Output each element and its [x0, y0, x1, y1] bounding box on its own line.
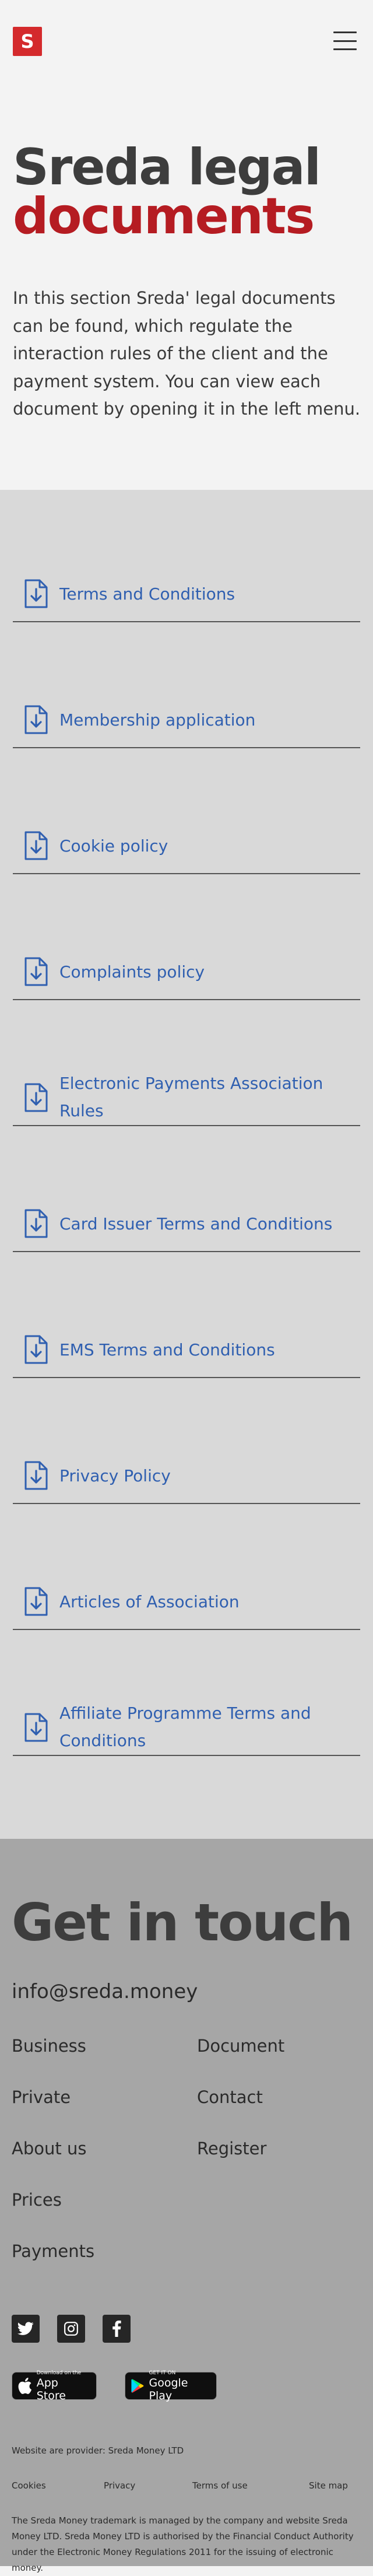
footer-link-register[interactable]: Register	[197, 2139, 266, 2158]
google-play-icon	[131, 2379, 144, 2393]
document-label: Membership application	[59, 710, 256, 730]
footer-link-prices[interactable]: Prices	[12, 2190, 62, 2210]
social-links	[12, 2315, 131, 2343]
hero-section: S Sreda legal documents In this section …	[0, 0, 373, 490]
document-label: Privacy Policy	[59, 1466, 171, 1485]
apple-icon	[18, 2378, 32, 2394]
footer-link-about-us[interactable]: About us	[12, 2139, 86, 2158]
document-item[interactable]: Articles of Association	[13, 1586, 360, 1630]
document-download-icon	[24, 705, 48, 734]
documents-list: Terms and Conditions Membership applicati…	[0, 490, 373, 1839]
document-item[interactable]: Complaints policy	[13, 956, 360, 1000]
document-label: EMS Terms and Conditions	[59, 1340, 275, 1359]
google-play-small: GET IT ON	[149, 2370, 176, 2376]
page-title-line1: Sreda legal	[13, 138, 321, 197]
document-download-icon	[24, 957, 48, 986]
document-item[interactable]: Membership application	[13, 705, 360, 748]
document-item[interactable]: Affiliate Programme Terms and Conditions	[13, 1704, 360, 1756]
facebook-icon[interactable]	[103, 2315, 131, 2343]
contact-email[interactable]: info@sreda.money	[12, 1980, 198, 2003]
footer-link-document[interactable]: Document	[197, 2036, 284, 2056]
document-download-icon	[24, 1209, 48, 1238]
legal-link-cookies[interactable]: Cookies	[12, 2480, 46, 2491]
footer-link-payments[interactable]: Payments	[12, 2241, 94, 2261]
document-item[interactable]: Privacy Policy	[13, 1460, 360, 1504]
app-store-big: App Store	[36, 2376, 66, 2402]
legal-link-site-map[interactable]: Site map	[309, 2480, 348, 2491]
google-play-badge[interactable]: GET IT ON Google Play	[125, 2370, 217, 2402]
document-item[interactable]: EMS Terms and Conditions	[13, 1334, 360, 1378]
legal-link-privacy[interactable]: Privacy	[104, 2480, 135, 2491]
legal-link-terms-of-use[interactable]: Terms of use	[192, 2480, 248, 2491]
document-download-icon	[24, 1461, 48, 1490]
app-store-badge[interactable]: Download on the App Store	[12, 2370, 97, 2402]
footer-title: Get in touch	[12, 1892, 353, 1953]
document-item[interactable]: Card Issuer Terms and Conditions	[13, 1208, 360, 1252]
sreda-logo[interactable]: S	[13, 27, 42, 56]
document-download-icon	[24, 1587, 48, 1616]
footer-link-business[interactable]: Business	[12, 2036, 86, 2056]
footer: Get in touch info@sreda.money Business Do…	[0, 1839, 373, 2573]
provider-text: Website are provider: Sreda Money LTD	[12, 2445, 184, 2456]
document-download-icon	[24, 1713, 48, 1742]
page-title: Sreda legal documents	[13, 138, 321, 246]
document-item[interactable]: Electronic Payments Association Rules	[13, 1074, 360, 1126]
document-item[interactable]: Cookie policy	[13, 830, 360, 874]
footer-link-private[interactable]: Private	[12, 2087, 71, 2107]
document-download-icon	[24, 1335, 48, 1364]
document-label: Electronic Payments Association Rules	[59, 1074, 323, 1120]
document-label: Complaints policy	[59, 962, 205, 982]
document-download-icon	[24, 831, 48, 860]
fine-print: The Sreda Money trademark is managed by …	[12, 2515, 354, 2573]
page-title-line2: documents	[13, 187, 315, 246]
app-store-small: Download on the	[36, 2370, 82, 2376]
document-label: Card Issuer Terms and Conditions	[59, 1214, 333, 1233]
twitter-icon[interactable]	[12, 2315, 40, 2343]
document-label: Terms and Conditions	[59, 584, 235, 604]
app-badges: Download on the App Store GET IT ON Goog…	[12, 2370, 217, 2402]
document-download-icon	[24, 579, 48, 608]
google-play-big: Google Play	[149, 2376, 188, 2402]
document-download-icon	[24, 1083, 48, 1112]
document-label: Articles of Association	[59, 1592, 240, 1611]
intro-text: In this section Sreda' legal documents c…	[13, 288, 361, 419]
footer-link-contact[interactable]: Contact	[197, 2087, 263, 2107]
instagram-icon[interactable]	[57, 2315, 85, 2343]
document-label: Affiliate Programme Terms and Conditions	[59, 1704, 311, 1750]
document-label: Cookie policy	[59, 836, 168, 856]
menu-icon[interactable]	[333, 31, 357, 50]
document-item[interactable]: Terms and Conditions	[13, 579, 360, 622]
